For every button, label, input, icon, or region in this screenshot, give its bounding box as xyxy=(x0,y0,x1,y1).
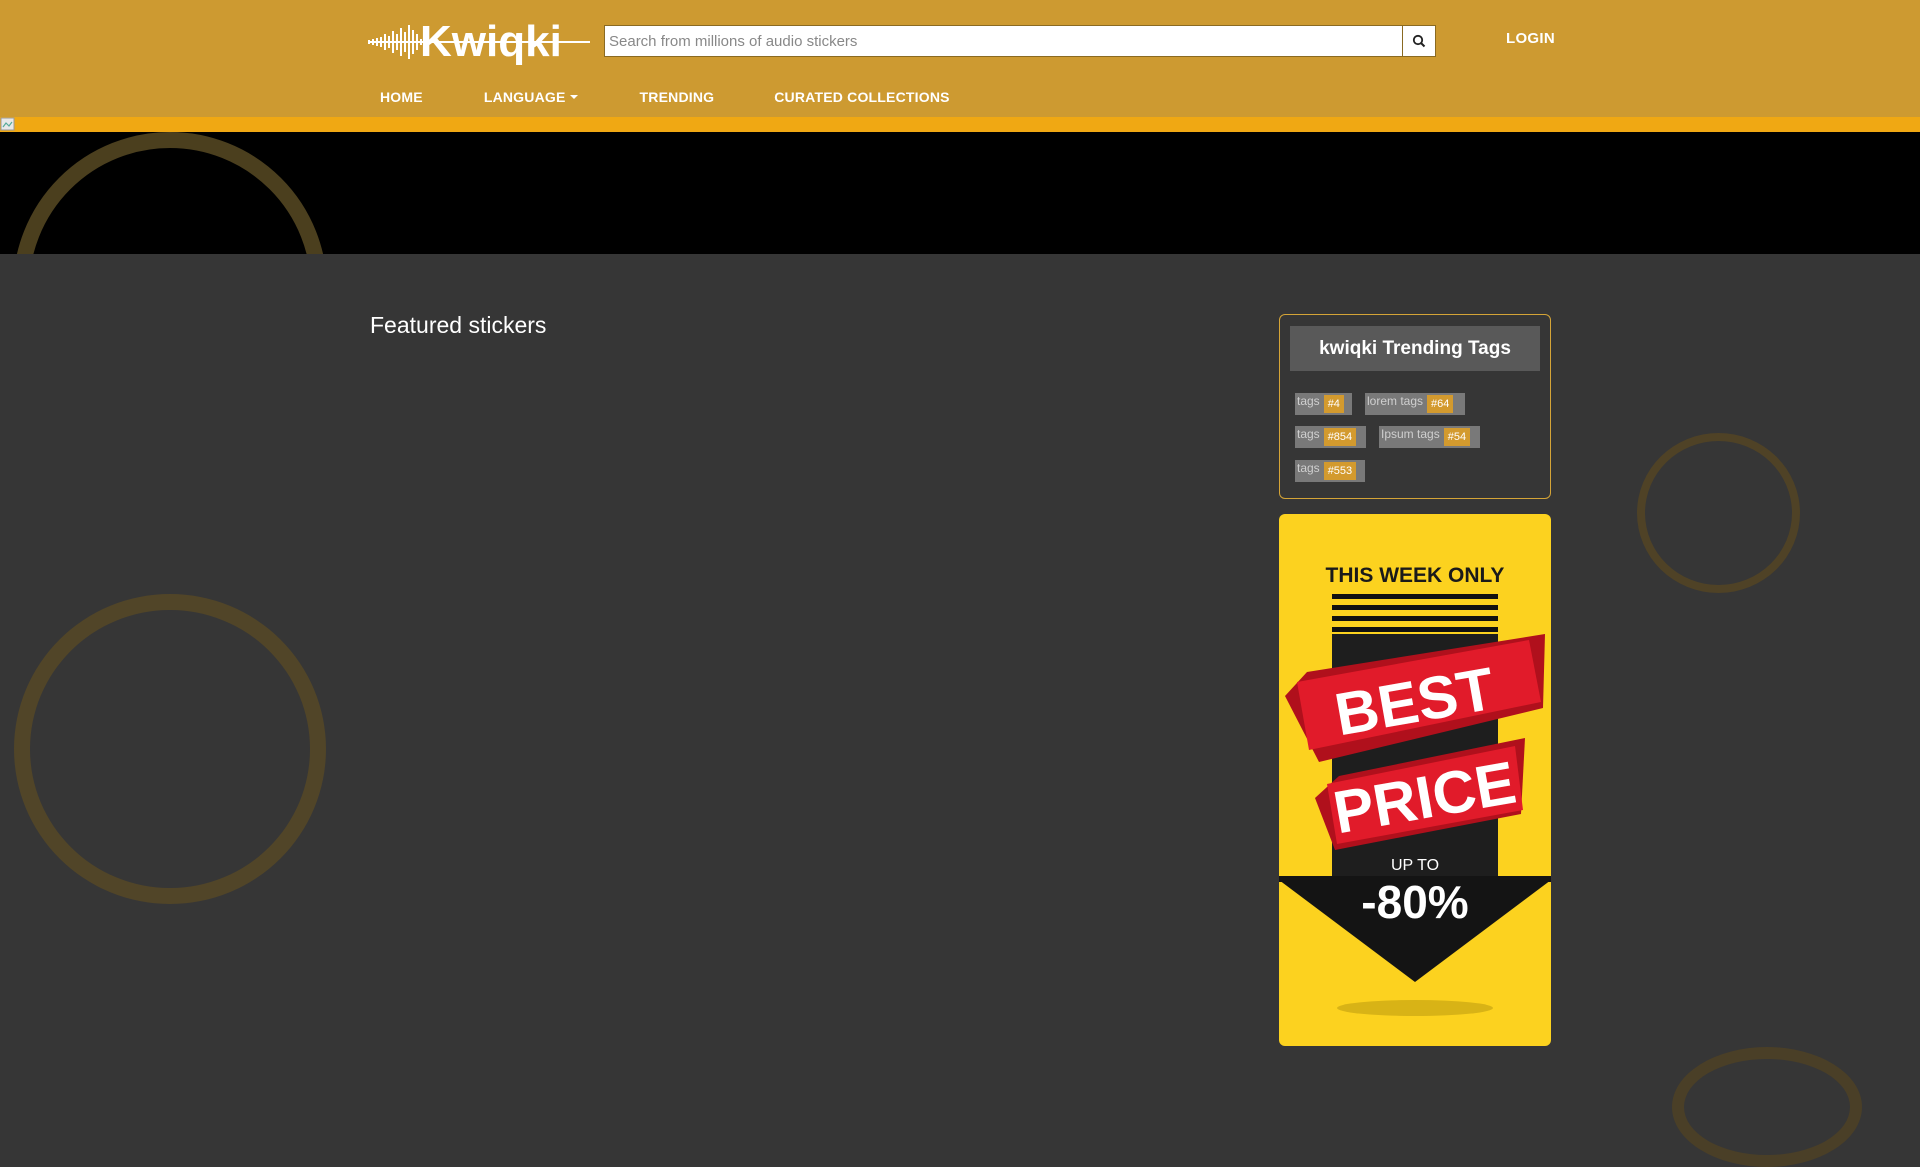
site-header: Kwiqki LOGIN HOME LANGUAGE TRENDING CURA… xyxy=(0,0,1920,117)
caret-down-icon xyxy=(569,95,578,99)
tag-item[interactable]: Ipsum tags #54 xyxy=(1379,426,1480,448)
decorative-ring xyxy=(1637,433,1800,593)
tag-count: #64 xyxy=(1427,395,1454,413)
tag-count: #4 xyxy=(1323,395,1344,413)
tag-label: tags xyxy=(1297,461,1320,475)
search-bar xyxy=(604,25,1436,57)
hero-banner xyxy=(0,132,1920,254)
promo-ad-graphic: THIS WEEK ONLY BEST PRICE UP TO -80% xyxy=(1279,564,1551,1016)
search-icon xyxy=(1412,34,1426,48)
broken-image-icon xyxy=(0,117,15,131)
tag-label: tags xyxy=(1297,427,1320,441)
nav-trending-label: TRENDING xyxy=(639,89,715,105)
promo-line5: -80% xyxy=(1361,876,1468,928)
logo-waveform-icon: Kwiqki xyxy=(368,17,590,66)
tag-item[interactable]: tags #4 xyxy=(1295,393,1352,415)
decorative-ring xyxy=(14,594,326,904)
decorative-ring xyxy=(13,132,327,254)
tag-count: #54 xyxy=(1443,428,1471,446)
tag-item[interactable]: tags #854 xyxy=(1295,426,1366,448)
main-nav: HOME LANGUAGE TRENDING CURATED COLLECTIO… xyxy=(380,89,950,105)
trending-tags-panel: kwiqki Trending Tags tags #4 lorem tags … xyxy=(1279,314,1551,499)
nav-language-label: LANGUAGE xyxy=(483,89,566,105)
featured-stickers-heading: Featured stickers xyxy=(370,312,547,338)
nav-curated-collections[interactable]: CURATED COLLECTIONS xyxy=(774,89,949,105)
promo-ad-banner[interactable]: THIS WEEK ONLY BEST PRICE UP TO -80% xyxy=(1279,514,1551,1046)
trending-tags-title: kwiqki Trending Tags xyxy=(1290,326,1540,371)
nav-language-dropdown[interactable]: LANGUAGE xyxy=(484,89,578,105)
nav-home-label: HOME xyxy=(380,89,423,105)
svg-text:Kwiqki: Kwiqki xyxy=(420,17,562,66)
nav-curated-label: CURATED COLLECTIONS xyxy=(774,89,950,105)
search-button[interactable] xyxy=(1403,25,1436,57)
tag-count: #553 xyxy=(1323,462,1357,480)
search-input[interactable] xyxy=(604,25,1403,57)
nav-trending[interactable]: TRENDING xyxy=(640,89,715,105)
tag-item[interactable]: lorem tags #64 xyxy=(1365,393,1465,415)
tag-count: #854 xyxy=(1323,428,1357,446)
tag-label: lorem tags xyxy=(1367,394,1424,408)
nav-home[interactable]: HOME xyxy=(380,89,423,105)
tag-label: Ipsum tags xyxy=(1381,427,1440,441)
promo-line4: UP TO xyxy=(1391,857,1439,874)
accent-strip xyxy=(0,117,1920,132)
decorative-ring xyxy=(1672,1047,1862,1167)
kwiqki-logo[interactable]: Kwiqki xyxy=(368,12,590,70)
promo-line1: THIS WEEK ONLY xyxy=(1326,564,1505,587)
login-link[interactable]: LOGIN xyxy=(1506,30,1555,47)
tag-label: tags xyxy=(1297,394,1320,408)
tag-item[interactable]: tags #553 xyxy=(1295,460,1365,482)
